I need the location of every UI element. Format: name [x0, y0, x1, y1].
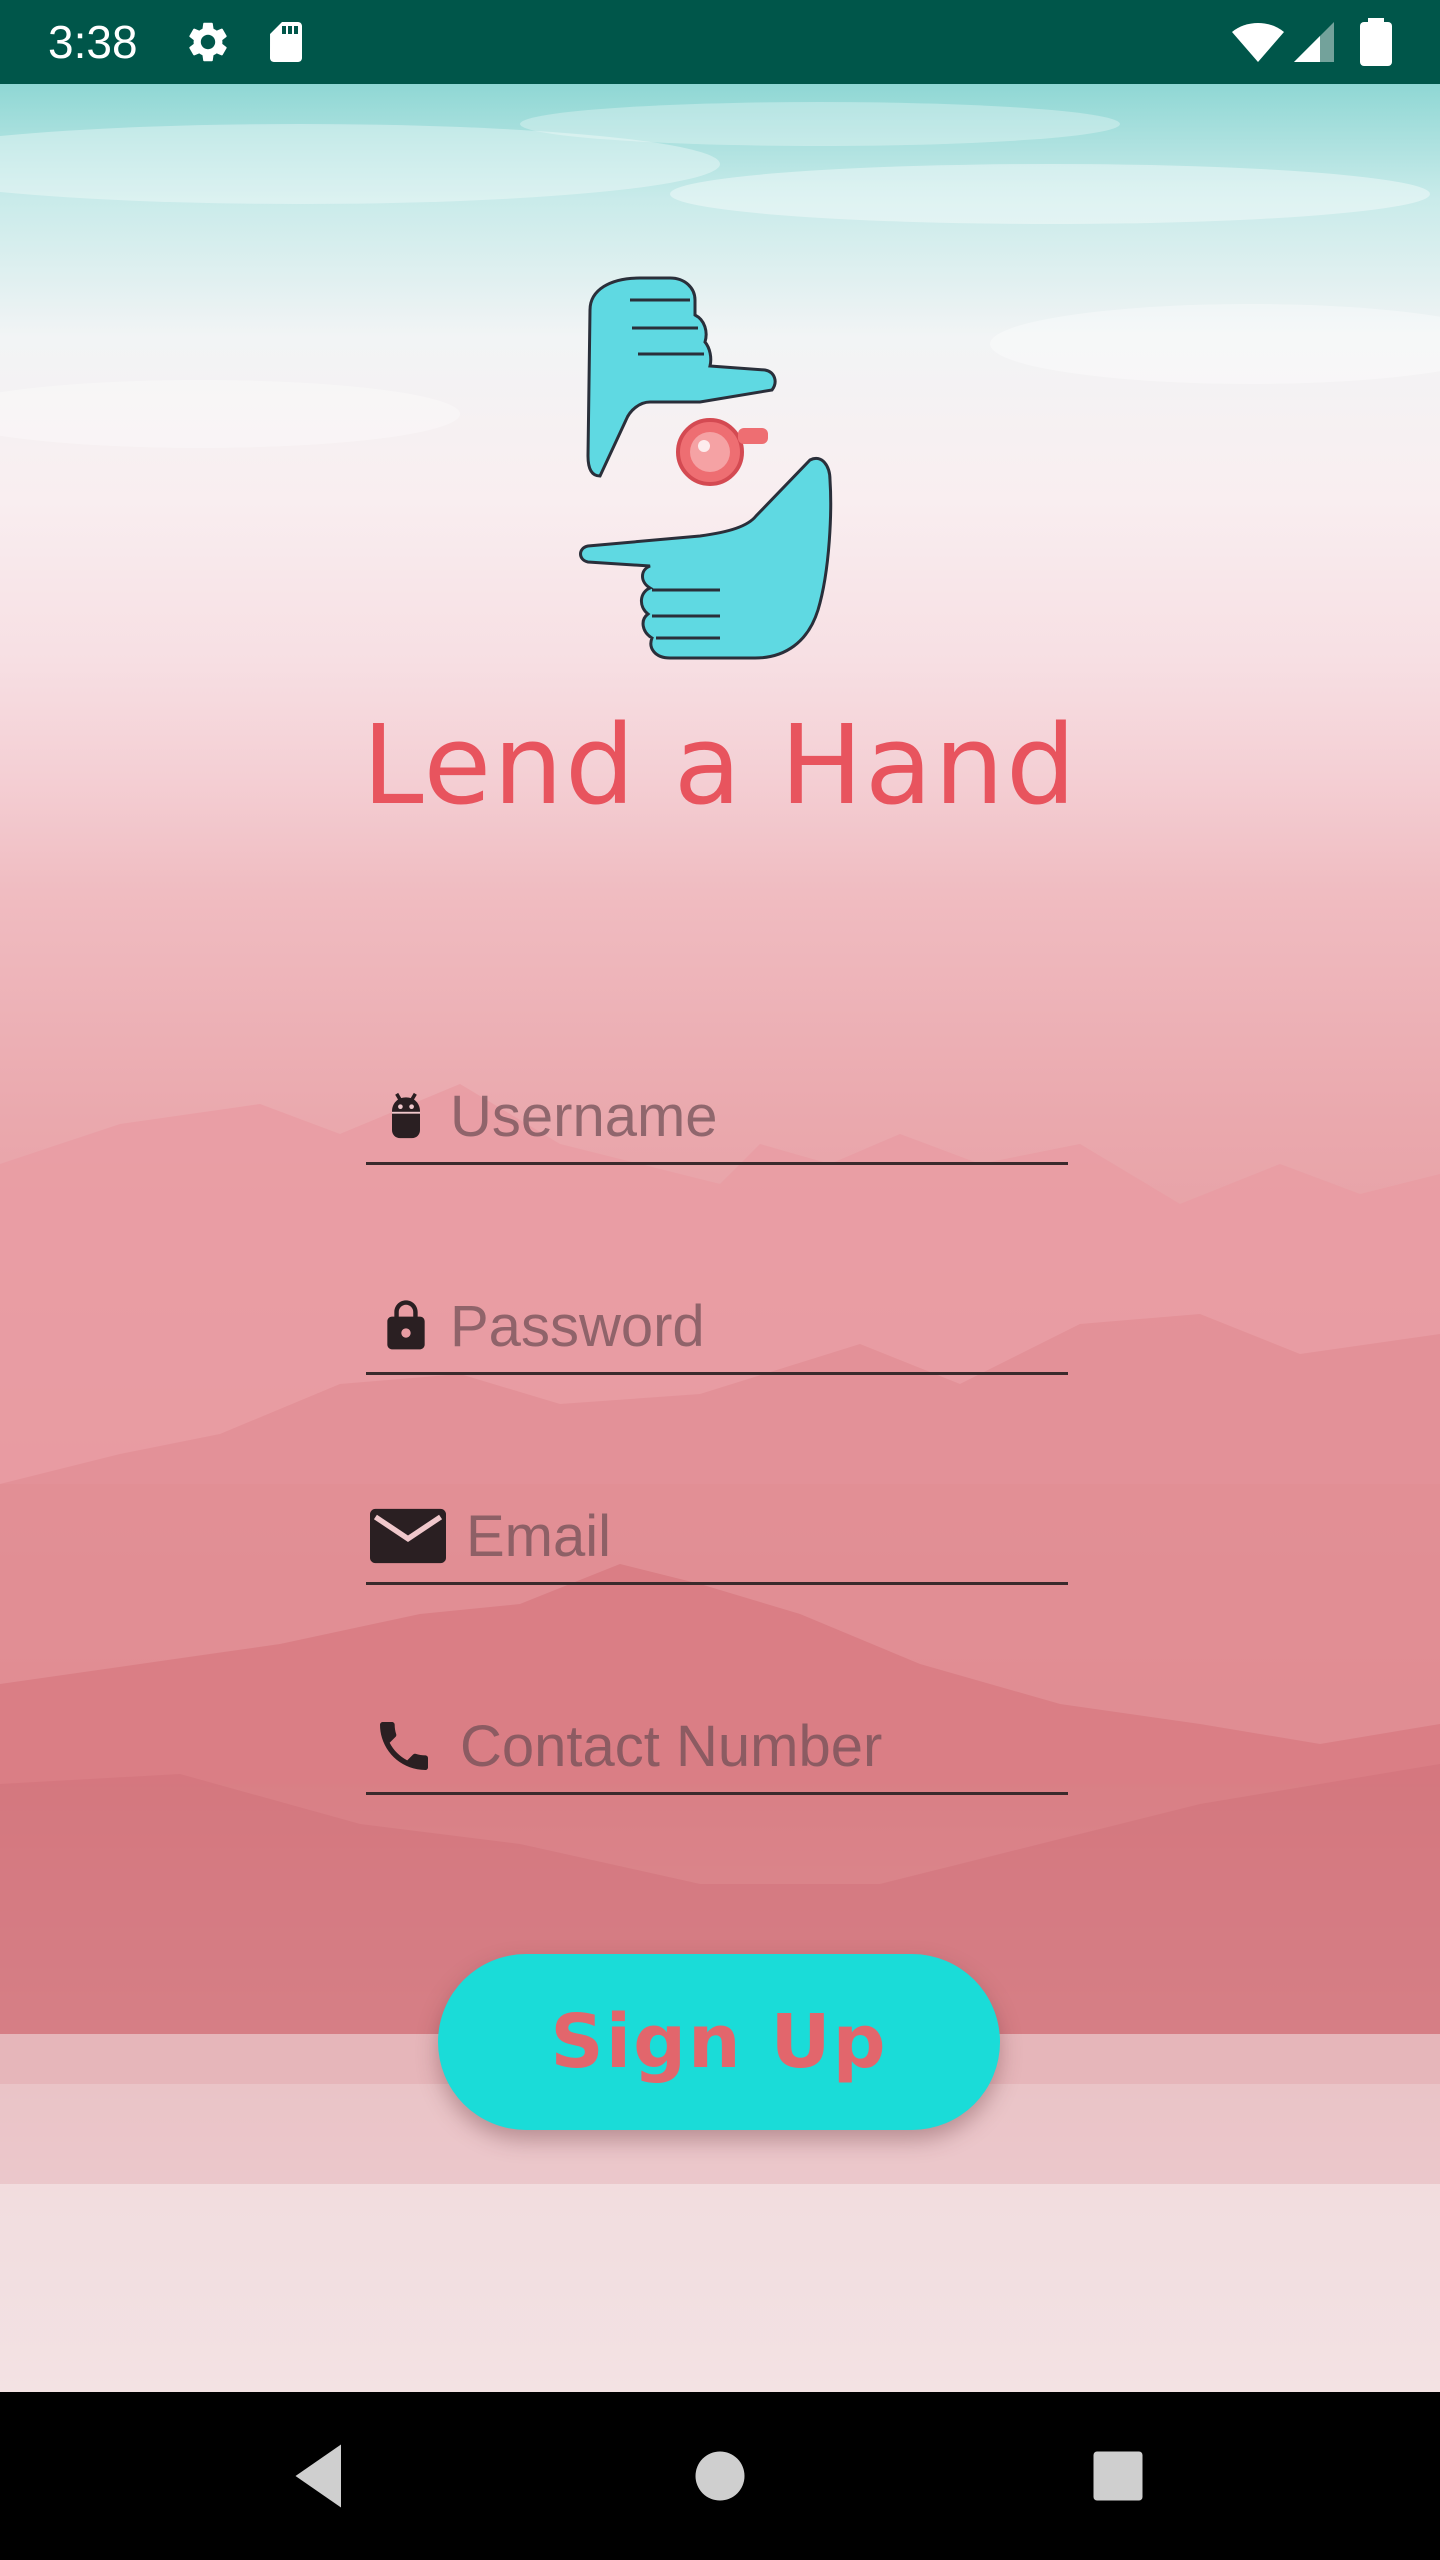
status-time: 3:38 — [48, 16, 138, 68]
battery-icon — [1358, 18, 1394, 66]
settings-icon — [184, 18, 232, 66]
username-input[interactable] — [450, 1078, 1050, 1154]
status-bar: 3:38 — [0, 0, 1440, 84]
hands-camera-logo — [560, 270, 860, 670]
android-icon — [378, 1088, 434, 1144]
home-icon[interactable] — [678, 2434, 762, 2518]
password-field[interactable] — [366, 1268, 1068, 1375]
sign-up-button[interactable]: Sign Up — [438, 1954, 1000, 2130]
signup-screen: 3:38 Lend a Hand Username Email Contact … — [0, 0, 1440, 2560]
password-input[interactable] — [450, 1288, 1050, 1364]
email-field[interactable] — [366, 1478, 1068, 1585]
lock-icon — [378, 1298, 434, 1354]
app-title: Lend a Hand — [362, 701, 1078, 829]
username-field[interactable] — [366, 1058, 1068, 1165]
email-icon — [370, 1508, 446, 1564]
recents-icon[interactable] — [1076, 2434, 1160, 2518]
contact-number-input[interactable] — [460, 1708, 1060, 1784]
navigation-bar — [0, 2392, 1440, 2560]
email-input[interactable] — [466, 1498, 1066, 1574]
phone-icon — [372, 1714, 436, 1778]
contact-number-field[interactable] — [366, 1688, 1068, 1795]
sd-card-icon — [262, 18, 310, 66]
cell-signal-icon — [1290, 18, 1338, 66]
back-icon[interactable] — [278, 2434, 362, 2518]
wifi-icon — [1230, 18, 1286, 66]
